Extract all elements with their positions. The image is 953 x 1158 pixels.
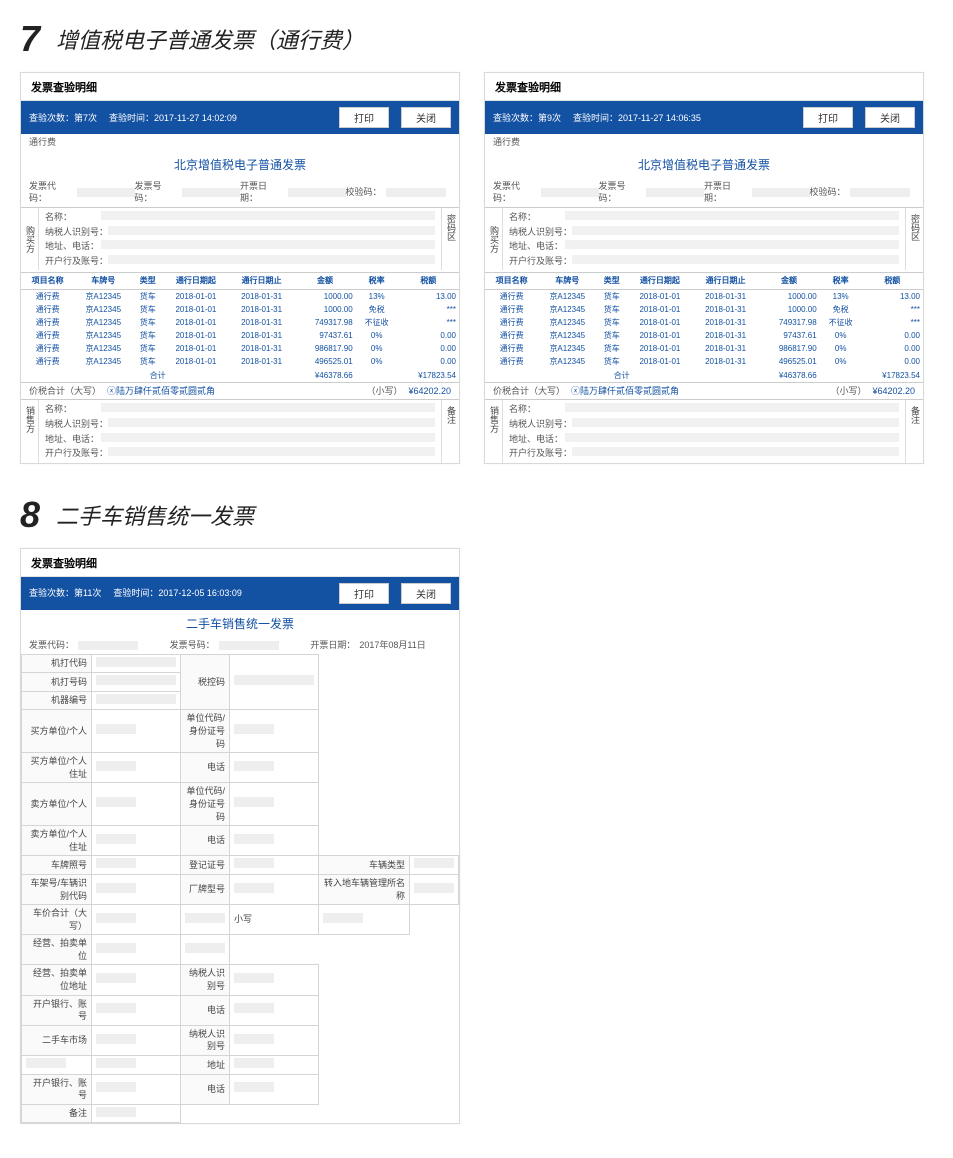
kprq-label: 开票日期： bbox=[240, 180, 284, 205]
table-row: 通行费京A12345货车2018-01-012018-01-311000.001… bbox=[21, 289, 459, 303]
toll-invoice-card-left: 发票查验明细 查验次数：第7次 查验时间：2017-11-27 14:02:09… bbox=[20, 72, 460, 464]
table-row: 卖方单位/个人住址电话 bbox=[22, 826, 459, 856]
card-title: 发票查验明细 bbox=[21, 73, 459, 101]
fphm-label: 发票号码： bbox=[135, 180, 179, 205]
check-count: 查验次数：第9次 bbox=[493, 112, 561, 125]
jym-label: 校验码： bbox=[346, 186, 382, 199]
check-count: 查验次数：第7次 bbox=[29, 112, 97, 125]
table-row: 车牌照号登记证号车辆类型 bbox=[22, 856, 459, 875]
invoice-title: 北京增值税电子普通发票 bbox=[21, 151, 459, 178]
used-car-table: 机打代码 税控码 机打号码 机器编号 买方单位/个人单位代码/身份证号码买方单位… bbox=[21, 654, 459, 1124]
fpdm-value bbox=[77, 188, 135, 197]
kprq-value bbox=[288, 188, 346, 197]
items-table: 项目名称车牌号类型通行日期起通行日期止金额税率税额 通行费京A12345货车20… bbox=[21, 272, 459, 382]
table-row: 车架号/车辆识别代码厂牌型号转入地车辆管理所名称 bbox=[22, 874, 459, 904]
buyer-side-label: 购买方 bbox=[21, 208, 39, 270]
check-time: 查验时间：2017-11-27 14:02:09 bbox=[109, 112, 237, 125]
table-row: 经营、拍卖单位地址纳税人识别号 bbox=[22, 965, 459, 995]
table-row: 通行费京A12345货车2018-01-012018-01-311000.00免… bbox=[21, 303, 459, 316]
fpdm-label: 发票代码： bbox=[29, 180, 73, 205]
fphm-value bbox=[182, 188, 240, 197]
table-row: 通行费京A12345货车2018-01-012018-01-311000.001… bbox=[485, 289, 923, 303]
note-side-label: 备注 bbox=[441, 400, 459, 462]
close-button[interactable]: 关闭 bbox=[865, 107, 915, 128]
table-row: 通行费京A12345货车2018-01-012018-01-31749317.9… bbox=[485, 316, 923, 329]
card-title: 发票查验明细 bbox=[21, 549, 459, 577]
print-button[interactable]: 打印 bbox=[339, 583, 389, 604]
close-button[interactable]: 关闭 bbox=[401, 107, 451, 128]
total-cn-label: 价税合计（大写） bbox=[29, 385, 101, 398]
table-row: 备注 bbox=[22, 1104, 459, 1123]
total-cn-value: ⓧ陆万肆仟贰佰零贰圆贰角 bbox=[107, 385, 215, 398]
section-title: 二手车销售统一发票 bbox=[56, 499, 254, 531]
table-row: 经营、拍卖单位 bbox=[22, 935, 459, 965]
card-title: 发票查验明细 bbox=[485, 73, 923, 101]
close-button[interactable]: 关闭 bbox=[401, 583, 451, 604]
password-area-label: 密码区 bbox=[441, 208, 459, 270]
seller-side-label: 销售方 bbox=[21, 400, 39, 462]
toll-invoice-card-right: 发票查验明细 查验次数：第9次 查验时间：2017-11-27 14:06:35… bbox=[484, 72, 924, 464]
table-row: 车价合计（大写）小写 bbox=[22, 905, 459, 935]
toll-label: 通行费 bbox=[29, 136, 56, 149]
table-row: 通行费京A12345货车2018-01-012018-01-31986817.9… bbox=[485, 342, 923, 355]
total-xx-value: ¥64202.20 bbox=[408, 385, 451, 398]
table-row: 通行费京A12345货车2018-01-012018-01-3197437.61… bbox=[21, 329, 459, 342]
check-count: 查验次数：第11次 bbox=[29, 587, 101, 600]
invoice-title: 二手车销售统一发票 bbox=[21, 610, 459, 637]
section-title: 增值税电子普通发票（通行费） bbox=[56, 23, 364, 55]
section-number: 8 bbox=[20, 494, 40, 536]
table-row: 卖方单位/个人单位代码/身份证号码 bbox=[22, 783, 459, 826]
total-xx-label: （小写） bbox=[366, 385, 402, 398]
section-number: 7 bbox=[20, 18, 40, 60]
table-row: 通行费京A12345货车2018-01-012018-01-31496525.0… bbox=[21, 355, 459, 368]
print-button[interactable]: 打印 bbox=[803, 107, 853, 128]
used-car-invoice-card: 发票查验明细 查验次数：第11次 查验时间：2017-12-05 16:03:0… bbox=[20, 548, 460, 1125]
table-row: 通行费京A12345货车2018-01-012018-01-31496525.0… bbox=[485, 355, 923, 368]
table-row: 通行费京A12345货车2018-01-012018-01-3197437.61… bbox=[485, 329, 923, 342]
jym-value bbox=[386, 188, 446, 197]
check-time: 查验时间：2017-11-27 14:06:35 bbox=[573, 112, 701, 125]
items-table: 项目名称车牌号类型通行日期起通行日期止金额税率税额 通行费京A12345货车20… bbox=[485, 272, 923, 382]
table-row: 买方单位/个人住址电话 bbox=[22, 753, 459, 783]
table-row: 通行费京A12345货车2018-01-012018-01-31749317.9… bbox=[21, 316, 459, 329]
table-row: 开户银行、账号电话 bbox=[22, 1074, 459, 1104]
check-time: 查验时间：2017-12-05 16:03:09 bbox=[113, 587, 242, 600]
table-row: 通行费京A12345货车2018-01-012018-01-31986817.9… bbox=[21, 342, 459, 355]
table-row: 二手车市场纳税人识别号 bbox=[22, 1025, 459, 1055]
print-button[interactable]: 打印 bbox=[339, 107, 389, 128]
table-row: 买方单位/个人单位代码/身份证号码 bbox=[22, 710, 459, 753]
kprq-value: 2017年08月11日 bbox=[359, 639, 425, 652]
toll-label: 通行费 bbox=[493, 136, 520, 149]
table-row: 开户银行、账号电话 bbox=[22, 995, 459, 1025]
table-row: 通行费京A12345货车2018-01-012018-01-311000.00免… bbox=[485, 303, 923, 316]
table-row: 地址 bbox=[22, 1056, 459, 1075]
invoice-title: 北京增值税电子普通发票 bbox=[485, 151, 923, 178]
